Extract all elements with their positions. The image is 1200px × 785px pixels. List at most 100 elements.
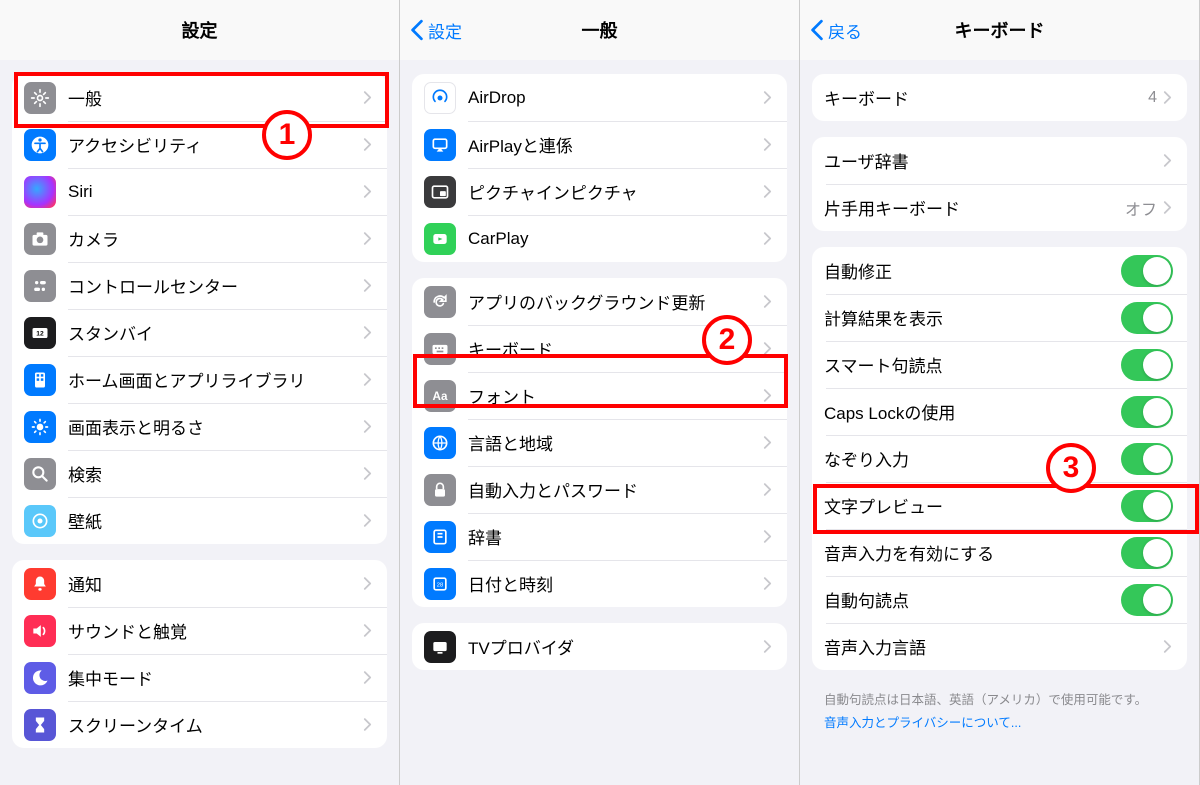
- row-siri[interactable]: Siri: [12, 168, 387, 215]
- row-control-center[interactable]: コントロールセンター: [12, 262, 387, 309]
- chevron-icon: [763, 482, 773, 498]
- row-focus[interactable]: 集中モード: [12, 654, 387, 701]
- row-airdrop[interactable]: AirDrop: [412, 74, 787, 121]
- label-airdrop: AirDrop: [468, 88, 763, 108]
- label-accessibility: アクセシビリティ: [68, 132, 363, 157]
- label-display: 画面表示と明るさ: [68, 414, 363, 439]
- row-auto-punctuation[interactable]: 自動句読点: [812, 576, 1187, 623]
- home-screen-icon: [24, 364, 56, 396]
- row-tv-provider[interactable]: TVプロバイダ: [412, 623, 787, 670]
- settings-group-a: 一般 アクセシビリティ Siri カメラ コントロールセンター スタンバイ: [12, 74, 387, 544]
- row-language[interactable]: 言語と地域: [412, 419, 787, 466]
- toggle-auto-punctuation[interactable]: [1121, 584, 1173, 616]
- label-keyboards: キーボード: [824, 85, 1148, 110]
- label-control-center: コントロールセンター: [68, 273, 363, 298]
- camera-icon: [24, 223, 56, 255]
- row-keyboard[interactable]: キーボード: [412, 325, 787, 372]
- row-keyboards[interactable]: キーボード 4: [812, 74, 1187, 121]
- row-one-handed[interactable]: 片手用キーボード オフ: [812, 184, 1187, 231]
- label-wallpaper: 壁紙: [68, 508, 363, 533]
- label-inline-results: 計算結果を表示: [824, 305, 1121, 330]
- footer-link-privacy[interactable]: 音声入力とプライバシーについて...: [800, 712, 1199, 731]
- toggle-inline-results[interactable]: [1121, 302, 1173, 334]
- back-button-settings[interactable]: 設定: [410, 18, 462, 43]
- row-caps-lock[interactable]: Caps Lockの使用: [812, 388, 1187, 435]
- chevron-icon: [1163, 153, 1173, 169]
- row-home-screen[interactable]: ホーム画面とアプリライブラリ: [12, 356, 387, 403]
- row-char-preview[interactable]: 文字プレビュー: [812, 482, 1187, 529]
- search-icon: [24, 458, 56, 490]
- row-notifications[interactable]: 通知: [12, 560, 387, 607]
- control-center-icon: [24, 270, 56, 302]
- row-inline-results[interactable]: 計算結果を表示: [812, 294, 1187, 341]
- row-general[interactable]: 一般: [12, 74, 387, 121]
- header-settings: 設定: [0, 0, 399, 60]
- row-airplay[interactable]: AirPlayと連係: [412, 121, 787, 168]
- pip-icon: [424, 176, 456, 208]
- label-screen-time: スクリーンタイム: [68, 712, 363, 737]
- chevron-icon: [363, 325, 373, 341]
- row-background-refresh[interactable]: アプリのバックグラウンド更新: [412, 278, 787, 325]
- row-fonts[interactable]: フォント: [412, 372, 787, 419]
- back-button-general[interactable]: 戻る: [810, 18, 862, 43]
- row-sounds[interactable]: サウンドと触覚: [12, 607, 387, 654]
- row-screen-time[interactable]: スクリーンタイム: [12, 701, 387, 748]
- row-search[interactable]: 検索: [12, 450, 387, 497]
- chevron-icon: [1163, 200, 1173, 216]
- toggle-slide-to-type[interactable]: [1121, 443, 1173, 475]
- font-icon: [424, 380, 456, 412]
- siri-icon: [24, 176, 56, 208]
- pane2-title: 一般: [582, 17, 618, 43]
- row-auto-correction[interactable]: 自動修正: [812, 247, 1187, 294]
- refresh-icon: [424, 286, 456, 318]
- label-dictation: 音声入力を有効にする: [824, 540, 1121, 565]
- chevron-icon: [363, 184, 373, 200]
- toggle-char-preview[interactable]: [1121, 490, 1173, 522]
- chevron-icon: [363, 623, 373, 639]
- label-slide-to-type: なぞり入力: [824, 446, 1121, 471]
- row-camera[interactable]: カメラ: [12, 215, 387, 262]
- label-autofill: 自動入力とパスワード: [468, 477, 763, 502]
- chevron-icon: [763, 341, 773, 357]
- chevron-icon: [363, 372, 373, 388]
- label-search: 検索: [68, 461, 363, 486]
- label-text-replacement: ユーザ辞書: [824, 148, 1163, 173]
- row-slide-to-type[interactable]: なぞり入力: [812, 435, 1187, 482]
- row-dictionary[interactable]: 辞書: [412, 513, 787, 560]
- toggle-smart-punctuation[interactable]: [1121, 349, 1173, 381]
- row-dictation[interactable]: 音声入力を有効にする: [812, 529, 1187, 576]
- row-autofill[interactable]: 自動入力とパスワード: [412, 466, 787, 513]
- general-group-a: AirDrop AirPlayと連係 ピクチャインピクチャ CarPlay: [412, 74, 787, 262]
- chevron-icon: [763, 231, 773, 247]
- chevron-icon: [763, 90, 773, 106]
- toggle-dictation[interactable]: [1121, 537, 1173, 569]
- chevron-icon: [763, 639, 773, 655]
- globe-icon: [424, 427, 456, 459]
- value-one-handed: オフ: [1125, 196, 1157, 220]
- toggle-auto-correction[interactable]: [1121, 255, 1173, 287]
- chevron-icon: [1163, 639, 1173, 655]
- row-pip[interactable]: ピクチャインピクチャ: [412, 168, 787, 215]
- keyboard-group-b: ユーザ辞書 片手用キーボード オフ: [812, 137, 1187, 231]
- airplay-icon: [424, 129, 456, 161]
- accessibility-icon: [24, 129, 56, 161]
- row-text-replacement[interactable]: ユーザ辞書: [812, 137, 1187, 184]
- chevron-icon: [363, 466, 373, 482]
- row-carplay[interactable]: CarPlay: [412, 215, 787, 262]
- row-dictation-languages[interactable]: 音声入力言語: [812, 623, 1187, 670]
- row-wallpaper[interactable]: 壁紙: [12, 497, 387, 544]
- toggle-caps-lock[interactable]: [1121, 396, 1173, 428]
- label-home-screen: ホーム画面とアプリライブラリ: [68, 367, 363, 392]
- row-display[interactable]: 画面表示と明るさ: [12, 403, 387, 450]
- keyboard-group-c: 自動修正 計算結果を表示 スマート句読点 Caps Lockの使用 なぞり入力 …: [812, 247, 1187, 670]
- brightness-icon: [24, 411, 56, 443]
- chevron-icon: [363, 137, 373, 153]
- row-smart-punctuation[interactable]: スマート句読点: [812, 341, 1187, 388]
- label-camera: カメラ: [68, 226, 363, 251]
- label-one-handed: 片手用キーボード: [824, 195, 1125, 220]
- row-standby[interactable]: スタンバイ: [12, 309, 387, 356]
- row-date-time[interactable]: 日付と時刻: [412, 560, 787, 607]
- row-accessibility[interactable]: アクセシビリティ: [12, 121, 387, 168]
- label-caps-lock: Caps Lockの使用: [824, 399, 1121, 424]
- label-smart-punctuation: スマート句読点: [824, 352, 1121, 377]
